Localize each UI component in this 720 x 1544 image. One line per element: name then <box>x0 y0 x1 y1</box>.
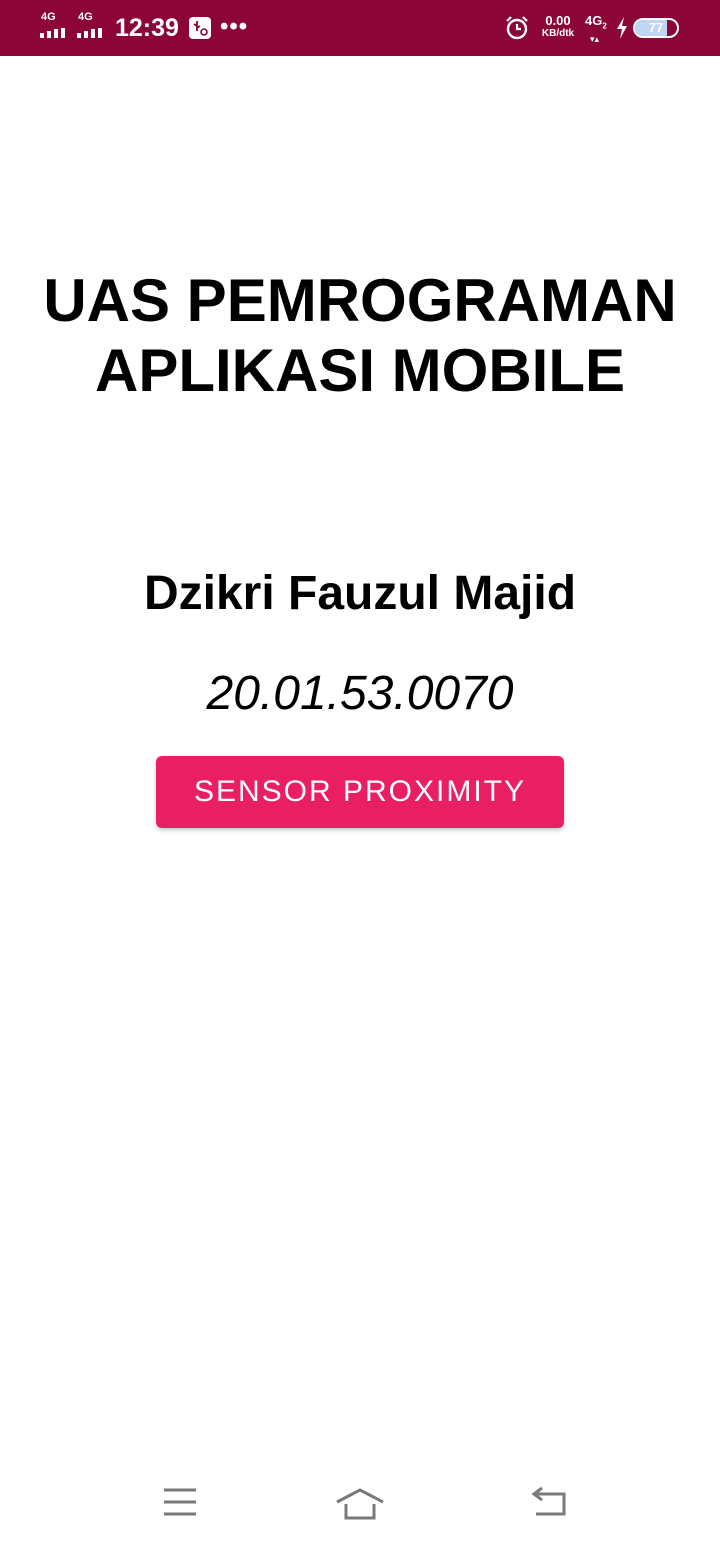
mobile-network-indicator: 4G2 ▾▴ <box>585 14 607 44</box>
data-speed-unit: KB/dtk <box>541 28 575 39</box>
clock: 12:39 <box>115 14 179 42</box>
battery-level-label: 77 <box>648 20 664 35</box>
data-speed-value: 0.00 <box>545 13 571 28</box>
sim2-network-label: 4G <box>78 11 93 23</box>
back-icon[interactable] <box>520 1478 580 1526</box>
usb-debug-icon <box>189 17 211 39</box>
student-id: 20.01.53.0070 <box>206 667 514 720</box>
sim1-signal-icon: 4G <box>40 12 74 40</box>
status-bar: 4G 4G 12:39 ••• 0.00 KB/dtk 4G2 ▾▴ 77 <box>0 0 720 56</box>
mobile-network-label: 4G <box>585 13 603 28</box>
battery-icon: 77 <box>633 18 679 38</box>
navigation-bar <box>0 1460 720 1544</box>
home-icon[interactable] <box>330 1478 390 1526</box>
more-notifications-icon: ••• <box>220 13 249 40</box>
charging-bolt-icon <box>616 17 628 39</box>
alarm-icon <box>505 16 529 40</box>
sensor-proximity-button[interactable]: SENSOR PROXIMITY <box>156 756 564 828</box>
data-speed: 0.00 KB/dtk <box>536 14 580 40</box>
sim2-signal-icon: 4G <box>77 12 111 40</box>
data-arrows-icon: ▾▴ <box>590 33 600 44</box>
sim1-network-label: 4G <box>41 11 56 23</box>
menu-icon[interactable] <box>150 1478 210 1526</box>
student-name: Dzikri Fauzul Majid <box>143 567 577 620</box>
title-line-2: APLIKASI MOBILE <box>94 337 625 404</box>
page-title: UAS PEMROGRAMAN APLIKASI MOBILE <box>0 266 720 406</box>
network-sub-label: 2 <box>602 21 607 31</box>
title-line-1: UAS PEMROGRAMAN <box>43 267 677 334</box>
